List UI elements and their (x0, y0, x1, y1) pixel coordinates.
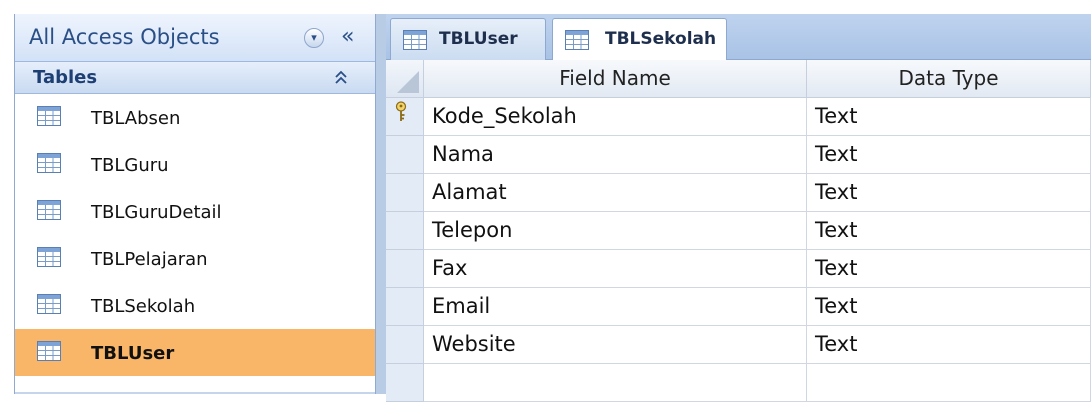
data-type-cell[interactable]: Text (807, 98, 1091, 136)
field-name-cell[interactable]: Website (424, 326, 807, 364)
row-selector[interactable] (386, 98, 424, 136)
row-selector[interactable] (386, 174, 424, 212)
nav-item-label: TBLGuruDetail (91, 202, 222, 223)
table-icon (403, 30, 427, 50)
chevron-up-double-icon[interactable] (333, 69, 349, 87)
navigation-pane: All Access Objects ▾ « Tables TBLAbsen T… (14, 14, 376, 394)
nav-item-label: TBLPelajaran (91, 249, 208, 270)
data-type-cell[interactable]: Text (807, 326, 1091, 364)
data-type-cell[interactable]: Text (807, 212, 1091, 250)
nav-item-tblabsen[interactable]: TBLAbsen (15, 94, 375, 141)
column-header-data-type[interactable]: Data Type (807, 60, 1091, 98)
row-selector[interactable] (386, 136, 424, 174)
group-label: Tables (33, 67, 98, 88)
table-icon (37, 341, 61, 361)
tab-label: TBLSekolah (605, 29, 717, 49)
table-icon (565, 30, 589, 50)
navigation-pane-header[interactable]: All Access Objects ▾ « (15, 14, 375, 62)
row-selector[interactable] (386, 364, 424, 402)
table-list: TBLAbsen TBLGuru TBLGuruDetail TBLPelaja… (15, 94, 375, 376)
table-icon (37, 200, 61, 220)
group-header-tables[interactable]: Tables (15, 62, 375, 94)
shutter-collapse-icon[interactable]: « (341, 24, 354, 49)
table-row: Kode_Sekolah Text (386, 98, 1091, 136)
row-selector[interactable] (386, 288, 424, 326)
chevron-down-icon[interactable]: ▾ (304, 28, 324, 48)
data-type-cell[interactable] (807, 364, 1091, 402)
table-icon (37, 153, 61, 173)
pane-splitter[interactable] (376, 14, 386, 394)
table-icon (37, 247, 61, 267)
tab-label: TBLUser (439, 29, 518, 49)
field-name-cell[interactable]: Kode_Sekolah (424, 98, 807, 136)
nav-item-label: TBLAbsen (91, 108, 181, 129)
table-row: Website Text (386, 326, 1091, 364)
table-row: Nama Text (386, 136, 1091, 174)
table-row: Fax Text (386, 250, 1091, 288)
table-row (386, 364, 1091, 402)
row-selector[interactable] (386, 326, 424, 364)
data-type-cell[interactable]: Text (807, 136, 1091, 174)
nav-item-tblgurudetail[interactable]: TBLGuruDetail (15, 188, 375, 235)
table-row: Email Text (386, 288, 1091, 326)
data-type-cell[interactable]: Text (807, 174, 1091, 212)
field-name-cell[interactable] (424, 364, 807, 402)
tab-tbluser[interactable]: TBLUser (390, 18, 546, 60)
row-selector[interactable] (386, 250, 424, 288)
field-name-cell[interactable]: Alamat (424, 174, 807, 212)
field-name-cell[interactable]: Nama (424, 136, 807, 174)
navigation-pane-title: All Access Objects (29, 25, 220, 49)
nav-item-tblguru[interactable]: TBLGuru (15, 141, 375, 188)
field-name-cell[interactable]: Email (424, 288, 807, 326)
data-type-cell[interactable]: Text (807, 288, 1091, 326)
table-icon (37, 294, 61, 314)
data-type-cell[interactable]: Text (807, 250, 1091, 288)
field-name-cell[interactable]: Fax (424, 250, 807, 288)
tab-tblsekolah[interactable]: TBLSekolah (552, 18, 727, 61)
table-design-grid: Field Name Data Type Kode_Sekolah Text N… (386, 60, 1091, 402)
table-icon (37, 106, 61, 126)
nav-item-tblsekolah[interactable]: TBLSekolah (15, 282, 375, 329)
nav-item-tblpelajaran[interactable]: TBLPelajaran (15, 235, 375, 282)
primary-key-icon (395, 101, 407, 121)
column-header-field-name[interactable]: Field Name (424, 60, 807, 98)
field-name-cell[interactable]: Telepon (424, 212, 807, 250)
select-all-corner[interactable] (386, 60, 424, 98)
nav-item-tbluser[interactable]: TBLUser (15, 329, 375, 376)
nav-item-label: TBLUser (91, 343, 175, 364)
nav-item-label: TBLGuru (91, 155, 169, 176)
row-selector[interactable] (386, 212, 424, 250)
nav-item-label: TBLSekolah (91, 296, 196, 317)
document-tab-strip: TBLUser TBLSekolah (386, 14, 1091, 61)
table-row: Alamat Text (386, 174, 1091, 212)
table-row: Telepon Text (386, 212, 1091, 250)
